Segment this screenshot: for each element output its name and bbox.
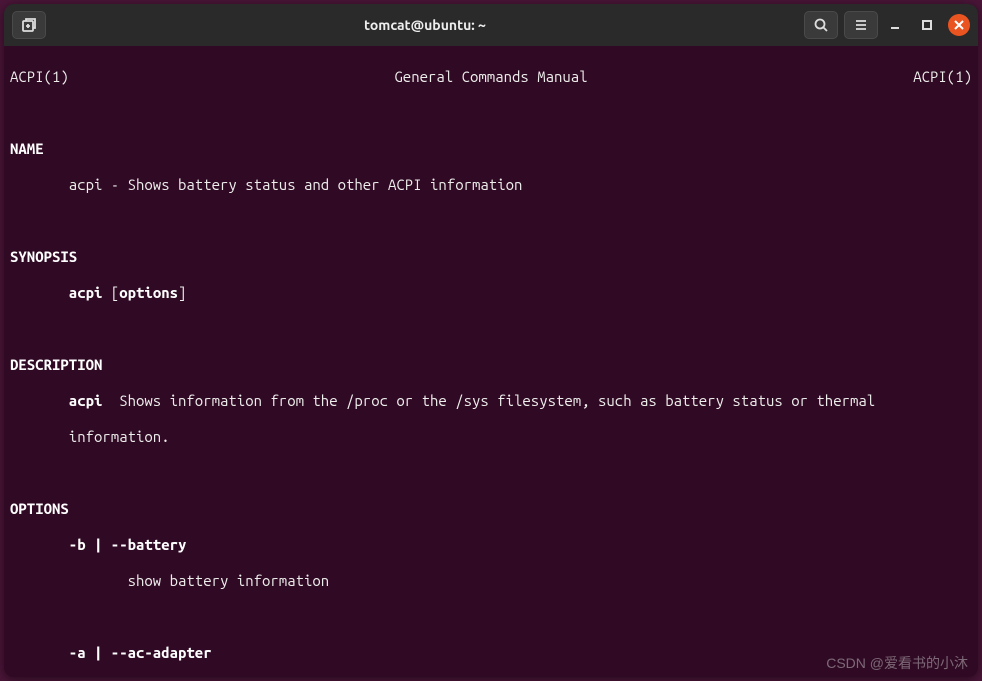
maximize-button[interactable] [916, 14, 938, 36]
man-header-center: General Commands Manual [69, 68, 913, 86]
section-synopsis: SYNOPSIS [10, 248, 77, 265]
search-button[interactable] [804, 11, 838, 39]
section-options: OPTIONS [10, 500, 69, 517]
man-header-left: ACPI(1) [10, 68, 69, 86]
man-header-right: ACPI(1) [913, 68, 972, 86]
description-line2: information. [10, 428, 972, 446]
terminal-content[interactable]: ACPI(1)General Commands ManualACPI(1) NA… [4, 46, 978, 677]
man-header: ACPI(1)General Commands ManualACPI(1) [10, 68, 972, 86]
option-flag: -b | --battery [10, 536, 972, 554]
close-button[interactable] [948, 14, 970, 36]
window-title: tomcat@ubuntu: ~ [52, 17, 798, 33]
minimize-button[interactable] [884, 14, 906, 36]
terminal-window: tomcat@ubuntu: ~ ACPI(1)General Commands… [4, 4, 978, 677]
section-name: NAME [10, 140, 44, 157]
window-controls [884, 14, 970, 36]
titlebar: tomcat@ubuntu: ~ [4, 4, 978, 46]
name-line: acpi - Shows battery status and other AC… [10, 176, 972, 194]
watermark: CSDN @爱看书的小沐 [826, 653, 968, 673]
menu-button[interactable] [844, 11, 878, 39]
synopsis-line: acpi [options] [10, 284, 972, 302]
new-tab-button[interactable] [12, 11, 46, 39]
section-description: DESCRIPTION [10, 356, 102, 373]
option-desc: show battery information [10, 572, 972, 590]
description-line1: acpi Shows information from the /proc or… [10, 392, 972, 410]
